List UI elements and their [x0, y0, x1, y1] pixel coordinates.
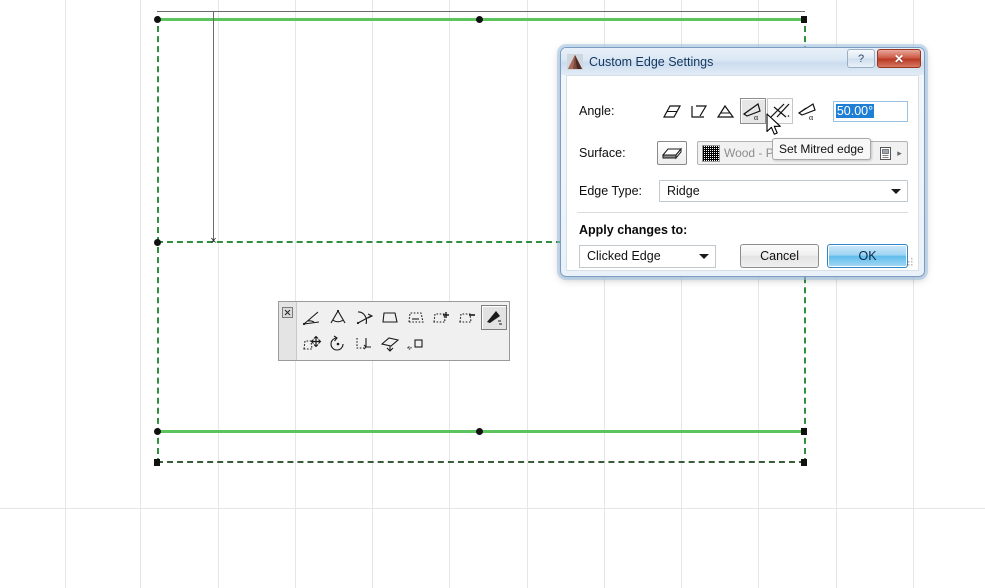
custom-edge-tool-button[interactable]	[481, 305, 507, 330]
surface-label: Surface:	[579, 146, 626, 160]
dialog-action-row: Clicked Edge Cancel OK	[579, 243, 908, 269]
chevron-down-icon	[891, 188, 901, 194]
material-hatch-swatch	[701, 144, 720, 162]
ok-button[interactable]: OK	[827, 244, 908, 268]
node-top-right[interactable]	[801, 16, 807, 23]
left-dark-vertical-edge[interactable]	[213, 11, 214, 242]
angle-inner-bevel-edge-icon[interactable]	[686, 98, 712, 124]
node-base-left[interactable]	[154, 459, 160, 466]
apply-changes-label: Apply changes to:	[579, 223, 688, 237]
toolbar-close-icon[interactable]	[282, 307, 293, 318]
move-node-tool-button[interactable]	[299, 331, 325, 356]
app-icon	[567, 53, 583, 70]
angle-label: Angle:	[579, 104, 615, 118]
divider	[577, 212, 908, 213]
grid-line-vertical	[295, 0, 296, 588]
cancel-button[interactable]: Cancel	[740, 244, 820, 268]
angle-mitred-edge-icon[interactable]	[766, 98, 793, 124]
angle-row: Angle: αα 50.00°	[579, 98, 908, 124]
angle-reverse-bevel-alpha-icon[interactable]: α	[794, 98, 820, 124]
toolbar-button-rows	[297, 302, 509, 360]
grid-line-horizontal	[0, 508, 985, 509]
angle-input[interactable]: 50.00°	[832, 100, 908, 122]
dialog-title: Custom Edge Settings	[589, 54, 714, 69]
grid-line-vertical	[449, 0, 450, 588]
add-face-tool-button[interactable]	[429, 305, 455, 330]
edge-type-select[interactable]: Ridge	[659, 180, 908, 202]
grid-line-vertical	[140, 0, 141, 588]
node-top-mid[interactable]	[476, 16, 483, 23]
angle-input-value: 50.00°	[835, 104, 875, 118]
help-button[interactable]: ?	[847, 49, 875, 68]
node-base-right[interactable]	[801, 459, 807, 466]
grid-line-vertical	[218, 0, 219, 588]
select-face-tool-button[interactable]	[403, 305, 429, 330]
angle-measure-tool-button[interactable]	[299, 305, 325, 330]
grid-line-vertical	[527, 0, 528, 588]
application-window: × Custom Edge Settings ? ✕ Angle: α α 50…	[0, 0, 985, 588]
remove-face-tool-button[interactable]	[455, 305, 481, 330]
toolbar-row-1	[299, 305, 507, 331]
apply-target-select[interactable]: Clicked Edge	[579, 244, 717, 268]
dialog-body: Angle: αα 50.00° Surface: Wood - Pi ▸ Ed…	[566, 75, 919, 271]
custom-edge-settings-dialog[interactable]: Custom Edge Settings ? ✕ Angle: αα 50.00…	[560, 47, 925, 277]
top-gray-edge[interactable]	[157, 11, 805, 12]
dialog-window-buttons: ? ✕	[845, 49, 921, 68]
edge-type-value: Ridge	[667, 184, 700, 198]
node-top-left[interactable]	[154, 16, 161, 23]
small-square-tool-button[interactable]	[403, 331, 429, 356]
angle-square-edge-icon[interactable]	[659, 98, 685, 124]
toolbar-grip[interactable]	[279, 302, 297, 360]
node-bottom-left[interactable]	[154, 428, 161, 435]
chevron-down-icon	[699, 253, 710, 259]
rotate-node-tool-button[interactable]	[325, 331, 351, 356]
tooltip-text: Set Mitred edge	[779, 142, 864, 156]
node-mid-cross[interactable]: ×	[209, 236, 218, 247]
angle-outer-bevel-edge-icon[interactable]	[713, 98, 739, 124]
offset-wall-tool-button[interactable]	[351, 331, 377, 356]
node-mid-left[interactable]	[154, 239, 161, 246]
angle-custom-bevel-alpha-icon[interactable]: α	[739, 98, 766, 124]
edge-type-row: Edge Type: Ridge	[579, 179, 908, 203]
flatten-roof-tool-button[interactable]	[377, 331, 403, 356]
toolbar-row-2	[299, 331, 507, 357]
resize-grip[interactable]	[903, 256, 915, 268]
surface-more-arrow[interactable]: ▸	[894, 148, 905, 159]
rotate-angle-tool-button[interactable]	[351, 305, 377, 330]
material-browse-icon[interactable]	[876, 144, 894, 162]
surface-3d-preview-icon[interactable]	[657, 141, 687, 165]
floating-toolbar[interactable]	[278, 301, 510, 361]
angle-button-group: αα	[659, 98, 821, 124]
dialog-titlebar[interactable]: Custom Edge Settings ? ✕	[561, 48, 924, 75]
svg-text:α: α	[754, 113, 759, 121]
grid-line-vertical	[65, 0, 66, 588]
close-button[interactable]: ✕	[877, 49, 921, 68]
grid-line-vertical	[372, 0, 373, 588]
svg-text:α: α	[809, 113, 814, 121]
node-bottom-mid[interactable]	[476, 428, 483, 435]
angle-arc-tool-button[interactable]	[325, 305, 351, 330]
tooltip: Set Mitred edge	[772, 138, 871, 160]
bottom-dashed-dark-edge[interactable]	[157, 461, 805, 463]
apply-target-value: Clicked Edge	[587, 249, 661, 263]
polygon-face-tool-button[interactable]	[377, 305, 403, 330]
edge-type-label: Edge Type:	[579, 184, 643, 198]
node-bottom-right[interactable]	[801, 428, 807, 435]
